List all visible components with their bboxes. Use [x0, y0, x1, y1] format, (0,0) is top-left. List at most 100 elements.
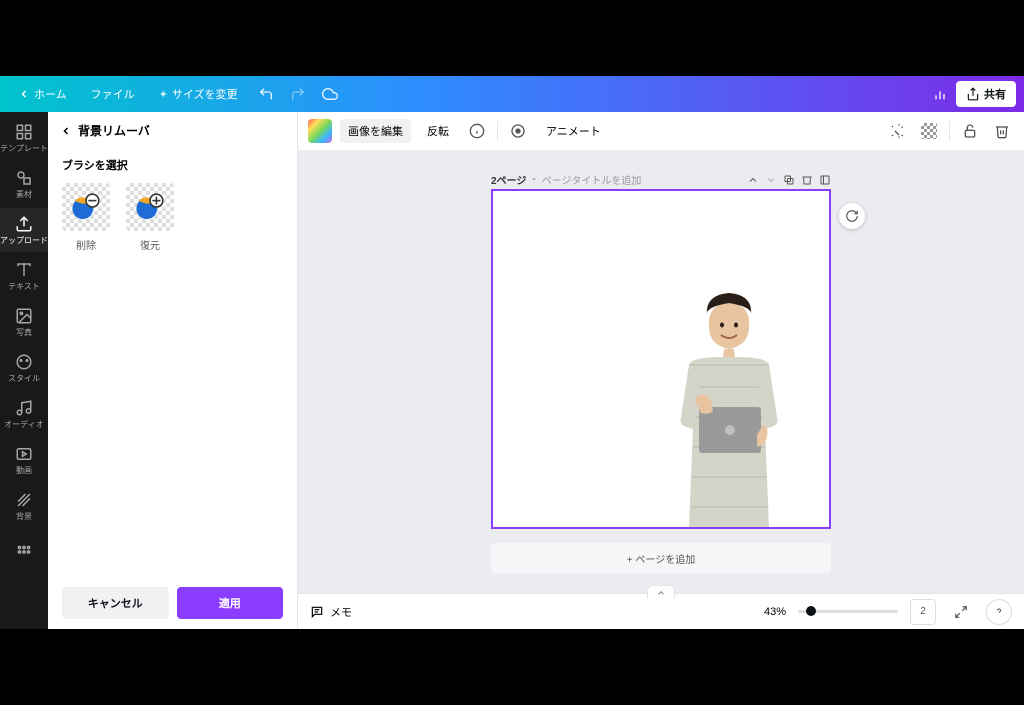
edit-image-button[interactable]: 画像を編集 [340, 119, 411, 143]
duplicate-icon[interactable] [783, 174, 795, 186]
top-menu-bar: ホーム ファイル ✦ サイズを変更 [0, 76, 1024, 112]
delete-button[interactable] [990, 119, 1014, 143]
context-toolbar: 画像を編集 反転 アニメート [298, 112, 1024, 150]
animate-icon [510, 123, 526, 139]
apply-button[interactable]: 適用 [177, 587, 284, 619]
effects-button[interactable] [885, 119, 909, 143]
page-number: 2ページ [491, 172, 526, 187]
home-button[interactable]: ホーム [8, 82, 77, 106]
rail-video[interactable]: 動画 [0, 438, 48, 482]
rail-uploads[interactable]: アップロード [0, 208, 48, 252]
upload-icon [15, 215, 33, 233]
restore-brush[interactable]: 復元 [126, 183, 174, 252]
flip-button[interactable]: 反転 [419, 119, 457, 143]
chevron-left-icon [18, 88, 30, 100]
expand-icon[interactable] [819, 174, 831, 186]
panel-body: ブラシを選択 削除 復元 [48, 149, 297, 577]
fullscreen-button[interactable] [948, 599, 974, 625]
zoom-slider[interactable] [798, 610, 898, 613]
cloud-icon [322, 86, 338, 102]
transparency-icon [921, 123, 937, 139]
add-page-button[interactable]: + ページを追加 [491, 543, 831, 573]
video-icon [15, 445, 33, 463]
chevron-up-icon [656, 588, 666, 598]
rotate-icon [845, 209, 859, 223]
info-button[interactable] [465, 119, 489, 143]
background-icon [15, 491, 33, 509]
erase-thumb [62, 183, 110, 231]
text-icon [15, 261, 33, 279]
photo-icon [15, 307, 33, 325]
timeline-notch[interactable] [647, 585, 675, 599]
music-icon [15, 399, 33, 417]
fullscreen-icon [954, 605, 968, 619]
zoom-label: 43% [764, 606, 786, 618]
panel-back[interactable]: 背景リムーバ [48, 112, 297, 149]
canvas-viewport[interactable]: 2ページ - ページタイトルを追加 [298, 150, 1024, 593]
page-count-button[interactable]: 2 [910, 599, 936, 625]
rail-photos[interactable]: 写真 [0, 300, 48, 344]
letterbox [0, 629, 1024, 705]
divider [949, 121, 950, 141]
redo-icon [290, 86, 306, 102]
rail-templates[interactable]: テンプレート [0, 116, 48, 160]
share-button[interactable]: 共有 [956, 81, 1016, 107]
animate-icon-button[interactable] [506, 119, 530, 143]
resize-menu[interactable]: ✦ サイズを変更 [149, 82, 248, 106]
rotate-handle[interactable] [839, 203, 865, 229]
body: テンプレート 素材 アップロード テキスト 写真 [0, 112, 1024, 629]
undo-button[interactable] [252, 80, 280, 108]
help-icon [993, 606, 1005, 618]
erase-brush[interactable]: 削除 [62, 183, 110, 252]
rail-audio[interactable]: オーディオ [0, 392, 48, 436]
page-header: 2ページ - ページタイトルを追加 [491, 170, 831, 189]
elements-icon [15, 169, 33, 187]
rail-styles[interactable]: スタイル [0, 346, 48, 390]
color-picker[interactable] [308, 119, 332, 143]
chevron-left-icon [60, 125, 72, 137]
page-wrap [491, 189, 831, 529]
transparency-button[interactable] [917, 119, 941, 143]
lock-button[interactable] [958, 119, 982, 143]
share-icon [966, 87, 980, 101]
redo-button[interactable] [284, 80, 312, 108]
rail-background[interactable]: 背景 [0, 484, 48, 528]
page-title-input[interactable]: ページタイトルを追加 [542, 172, 642, 187]
cancel-button[interactable]: キャンセル [62, 587, 169, 619]
cloud-status[interactable] [316, 80, 344, 108]
footer-wrap: メモ 43% 2 [298, 593, 1024, 629]
brush-options: 削除 復元 [62, 183, 283, 252]
restore-brush-icon [134, 191, 166, 223]
rail-text[interactable]: テキスト [0, 254, 48, 298]
undo-icon [258, 86, 274, 102]
rail-elements[interactable]: 素材 [0, 162, 48, 206]
zoom-knob[interactable] [806, 606, 816, 616]
chart-icon [932, 86, 948, 102]
app-root: ホーム ファイル ✦ サイズを変更 [0, 0, 1024, 682]
file-menu[interactable]: ファイル [81, 82, 145, 106]
template-icon [15, 123, 33, 141]
notes-button[interactable]: メモ [310, 604, 352, 620]
top-left-group: ホーム ファイル ✦ サイズを変更 [8, 80, 344, 108]
chevron-down-icon[interactable] [765, 174, 777, 186]
panel-footer: キャンセル 適用 [48, 577, 297, 629]
divider [497, 121, 498, 141]
grid-icon [15, 543, 33, 561]
notes-icon [310, 605, 324, 619]
rail-more[interactable] [0, 530, 48, 574]
help-button[interactable] [986, 599, 1012, 625]
chevron-up-icon[interactable] [747, 174, 759, 186]
info-icon [469, 123, 485, 139]
animate-button[interactable]: アニメート [538, 119, 609, 143]
restore-thumb [126, 183, 174, 231]
bg-remover-panel: 背景リムーバ ブラシを選択 削除 [48, 112, 298, 629]
palette-icon [15, 353, 33, 371]
erase-brush-icon [70, 191, 102, 223]
main-window: ホーム ファイル ✦ サイズを変更 [0, 76, 1024, 629]
insights-button[interactable] [924, 78, 956, 110]
design-page[interactable] [491, 189, 831, 529]
person-image[interactable] [649, 287, 809, 527]
side-rail: テンプレート 素材 アップロード テキスト 写真 [0, 112, 48, 629]
lock-icon [962, 123, 978, 139]
trash-icon[interactable] [801, 174, 813, 186]
